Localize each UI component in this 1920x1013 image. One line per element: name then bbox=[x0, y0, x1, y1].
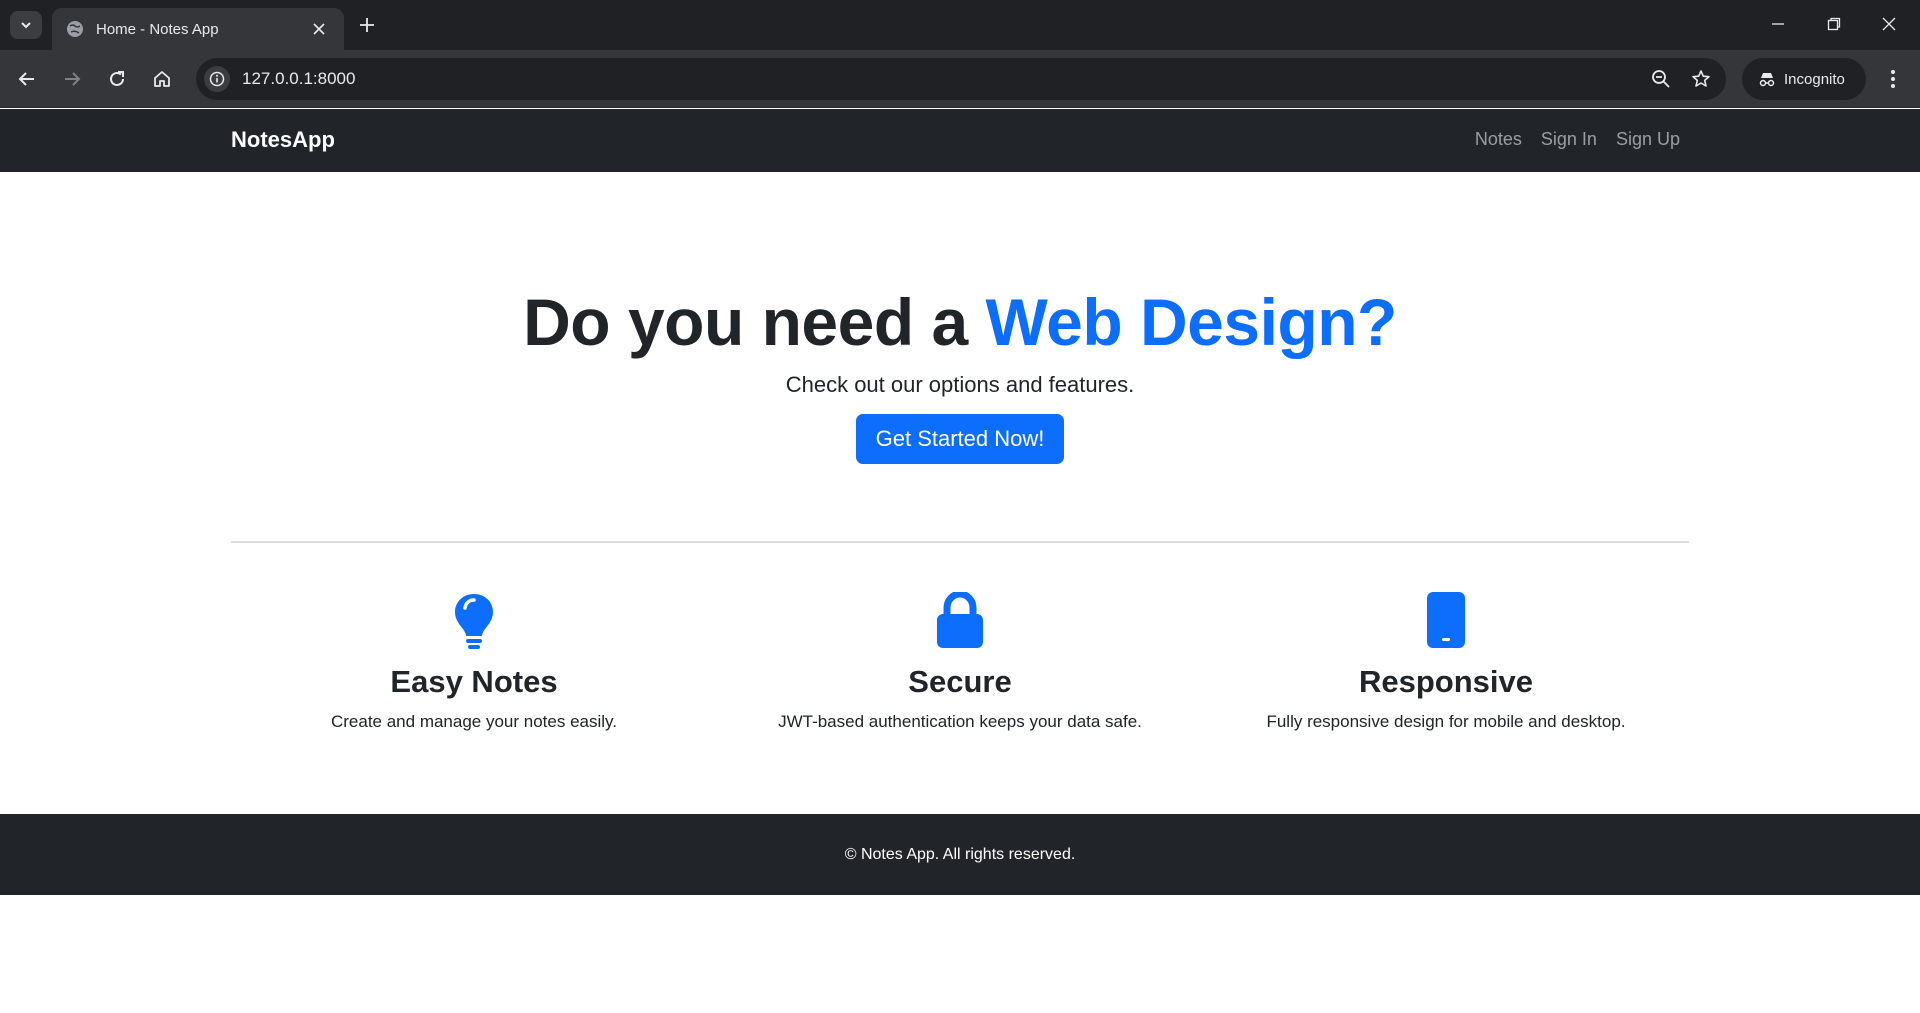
features-section: Easy Notes Create and manage your notes … bbox=[231, 592, 1689, 732]
plus-icon bbox=[360, 18, 374, 32]
hero-title: Do you need a Web Design? bbox=[0, 284, 1920, 360]
feature-title: Secure bbox=[908, 664, 1012, 699]
arrow-left-icon bbox=[18, 72, 34, 86]
lightbulb-icon bbox=[231, 592, 717, 652]
home-icon bbox=[154, 71, 170, 87]
bookmark-star-icon[interactable] bbox=[1686, 64, 1716, 94]
browser-tab-active[interactable]: Home - Notes App bbox=[52, 8, 344, 50]
site-info-icon[interactable] bbox=[204, 66, 230, 92]
new-tab-button[interactable] bbox=[354, 12, 380, 38]
nav-link-notes[interactable]: Notes bbox=[1475, 129, 1522, 150]
address-bar[interactable]: 127.0.0.1:8000 bbox=[196, 58, 1726, 100]
back-button[interactable] bbox=[12, 64, 42, 94]
nav-link-sign-up[interactable]: Sign Up bbox=[1616, 129, 1680, 150]
brand-logo[interactable]: NotesApp bbox=[231, 127, 335, 153]
footer-copyright: © Notes App. All rights reserved. bbox=[844, 845, 1076, 863]
section-divider bbox=[231, 541, 1689, 543]
browser-toolbar: 127.0.0.1:8000 Incognito bbox=[0, 50, 1920, 108]
zoom-icon[interactable] bbox=[1646, 64, 1676, 94]
close-icon bbox=[1882, 17, 1896, 31]
nav-links: Notes Sign In Sign Up bbox=[1475, 129, 1680, 150]
globe-icon bbox=[66, 20, 84, 38]
browser-menu-button[interactable] bbox=[1878, 64, 1908, 94]
feature-card: Responsive Fully responsive design for m… bbox=[1203, 592, 1689, 732]
restore-button[interactable] bbox=[1811, 6, 1857, 42]
home-button[interactable] bbox=[147, 64, 177, 94]
minimize-button[interactable] bbox=[1755, 6, 1801, 42]
restore-icon bbox=[1827, 17, 1841, 31]
browser-tabstrip: Home - Notes App bbox=[0, 0, 1920, 50]
feature-card: Easy Notes Create and manage your notes … bbox=[231, 592, 717, 732]
get-started-button[interactable]: Get Started Now! bbox=[855, 414, 1065, 464]
phone-icon bbox=[1203, 592, 1689, 652]
feature-text: Create and manage your notes easily. bbox=[330, 712, 618, 731]
reload-icon bbox=[110, 71, 124, 86]
hero-title-accent: Web Design? bbox=[985, 285, 1398, 359]
incognito-icon bbox=[1759, 73, 1775, 87]
feature-title: Easy Notes bbox=[390, 664, 558, 699]
close-icon[interactable] bbox=[308, 18, 330, 40]
url-text[interactable]: 127.0.0.1:8000 bbox=[242, 69, 1646, 89]
incognito-indicator[interactable]: Incognito bbox=[1742, 58, 1866, 100]
reload-button[interactable] bbox=[102, 64, 132, 94]
window-close-button[interactable] bbox=[1866, 6, 1912, 42]
lock-icon bbox=[717, 592, 1203, 652]
feature-text: Fully responsive design for mobile and d… bbox=[1266, 712, 1626, 731]
nav-link-sign-in[interactable]: Sign In bbox=[1541, 129, 1597, 150]
tab-title: Home - Notes App bbox=[96, 20, 219, 38]
hero-subtitle: Check out our options and features. bbox=[785, 372, 1135, 397]
feature-card: Secure JWT-based authentication keeps yo… bbox=[717, 592, 1203, 732]
arrow-right-icon bbox=[65, 72, 81, 86]
hero-section: Do you need a Web Design? Check out our … bbox=[0, 172, 1920, 464]
incognito-label: Incognito bbox=[1784, 70, 1845, 88]
forward-button[interactable] bbox=[57, 64, 87, 94]
feature-text: JWT-based authentication keeps your data… bbox=[778, 712, 1142, 731]
more-vertical-icon bbox=[1891, 70, 1895, 88]
hero-title-prefix: Do you need a bbox=[523, 285, 986, 359]
site-footer: © Notes App. All rights reserved. bbox=[0, 814, 1920, 895]
feature-title: Responsive bbox=[1358, 664, 1533, 699]
chevron-down-icon bbox=[21, 22, 31, 29]
site-navbar: NotesApp Notes Sign In Sign Up bbox=[0, 109, 1920, 172]
tab-search-button[interactable] bbox=[10, 11, 42, 39]
minimize-icon bbox=[1772, 23, 1784, 25]
